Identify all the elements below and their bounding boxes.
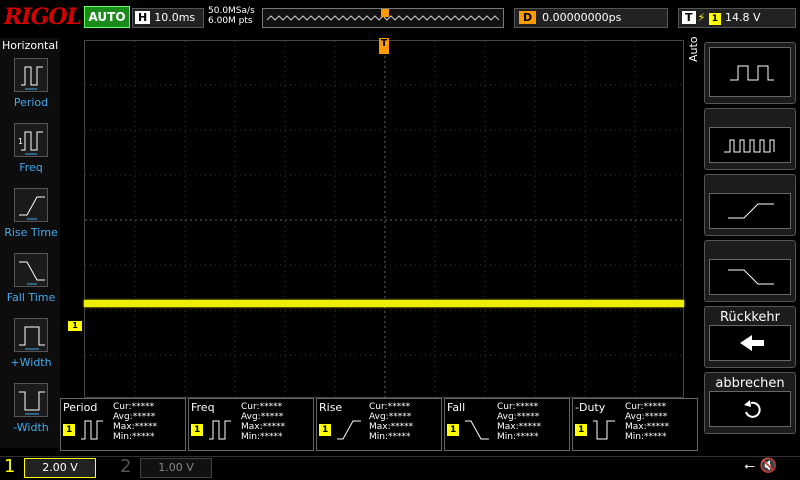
memory-waveform-overview — [266, 9, 500, 21]
cancel-label: abbrechen — [715, 376, 785, 391]
softkey-falling-edge[interactable] — [704, 240, 796, 302]
measurement-values: Cur:***** Avg:***** Max:***** Min:***** — [113, 402, 158, 442]
measurement-freq[interactable]: Freq 1 Cur:***** Avg:***** Max:***** Min:**… — [188, 398, 314, 451]
rise-mini-icon — [337, 420, 361, 440]
measurement-name: Freq — [191, 401, 215, 414]
fall-time-label: Fall Time — [6, 291, 56, 304]
falling-edge-shape-icon — [709, 259, 791, 295]
measurement-name: Period — [63, 401, 98, 414]
freq-label: Freq — [19, 161, 43, 174]
softkey-square-wave[interactable] — [704, 42, 796, 104]
measurement-rise[interactable]: Rise 1 Cur:***** Avg:***** Max:***** Min:**… — [316, 398, 442, 451]
softkey-pulse-train[interactable] — [704, 108, 796, 170]
delay-readout[interactable]: D 0.00000000ps — [514, 8, 668, 28]
ch1-badge: 1 — [191, 417, 207, 436]
rising-edge-icon: ⚡ — [697, 11, 706, 24]
trigger-level: 14.8 V — [725, 11, 761, 24]
undo-icon — [709, 391, 791, 427]
measure-freq-item[interactable]: 1 Freq — [4, 123, 58, 174]
measure-positive-width-item[interactable]: +Width — [4, 318, 58, 369]
back-button[interactable]: Rückkehr — [704, 306, 796, 368]
usb-icon: ⭠ — [744, 458, 756, 474]
rising-edge-shape-icon — [709, 193, 791, 229]
softkey-rising-edge[interactable] — [704, 174, 796, 236]
auto-label: Auto — [687, 36, 700, 62]
measurement-values: Cur:***** Avg:***** Max:***** Min:***** — [497, 402, 542, 442]
horizontal-timebase[interactable]: H 10.0ms — [132, 8, 204, 28]
ch1-number[interactable]: 1 — [4, 456, 15, 477]
ch2-vertical-scale[interactable]: 1.00 V — [140, 458, 212, 478]
left-panel-title: Horizontal — [2, 39, 59, 52]
negative-width-label: -Width — [13, 421, 49, 434]
measurement-name: -Duty — [575, 401, 606, 414]
period-label: Period — [13, 96, 49, 109]
neg-duty-mini-icon — [593, 420, 615, 440]
back-arrow-icon — [709, 325, 791, 361]
measurement-name: Fall — [447, 401, 466, 414]
back-label: Rückkehr — [719, 310, 780, 325]
measurement-values: Cur:***** Avg:***** Max:***** Min:***** — [241, 402, 286, 442]
timebase-value: 10.0ms — [154, 11, 196, 24]
positive-width-label: +Width — [10, 356, 52, 369]
speaker-mute-icon: 🔇 — [759, 458, 778, 474]
sample-rate: 50.0MSa/s — [208, 6, 255, 16]
measurement-fall[interactable]: Fall 1 Cur:***** Avg:***** Max:***** Min:**… — [444, 398, 570, 451]
fall-time-icon — [14, 253, 48, 287]
ch1-trace — [84, 300, 684, 307]
delay-label: D — [519, 11, 537, 24]
measure-rise-time-item[interactable]: Rise Time — [4, 188, 58, 239]
negative-width-icon — [14, 383, 48, 417]
ch1-vertical-scale[interactable]: 2.00 V — [24, 458, 96, 478]
measure-period-item[interactable]: Period — [4, 58, 58, 109]
status-icons: ⭠ 🔇 — [744, 458, 777, 474]
ch1-badge: 1 — [63, 417, 79, 436]
memory-overview-strip — [262, 8, 504, 28]
measurement-neg-duty[interactable]: -Duty 1 Cur:***** Avg:***** Max:***** Min:*… — [572, 398, 698, 451]
fall-mini-icon — [465, 420, 489, 440]
acquisition-info: 50.0MSa/s 6.00M pts — [208, 6, 255, 26]
ch1-badge: 1 — [447, 417, 463, 436]
trigger-readout[interactable]: T ⚡ 1 14.8 V — [678, 8, 796, 28]
graticule — [85, 41, 685, 399]
period-icon — [14, 58, 48, 92]
waveform-grid[interactable] — [84, 40, 685, 399]
period-mini-icon — [81, 420, 103, 440]
trigger-position-marker[interactable]: T — [379, 38, 389, 54]
ch1-badge: 1 — [575, 417, 591, 436]
square-wave-icon — [709, 47, 791, 97]
pulse-train-icon — [709, 127, 791, 163]
rigol-logo: RIGOL — [4, 4, 82, 30]
rise-time-icon — [14, 188, 48, 222]
freq-mini-icon — [209, 420, 231, 440]
ch1-badge: 1 — [319, 417, 335, 436]
horizontal-label: H — [135, 11, 151, 24]
cancel-button[interactable]: abbrechen — [704, 372, 796, 434]
run-mode-badge[interactable]: AUTO — [84, 6, 130, 28]
measure-fall-time-item[interactable]: Fall Time — [4, 253, 58, 304]
trigger-source-badge: 1 — [708, 13, 722, 25]
svg-text:1: 1 — [18, 137, 23, 146]
trigger-label: T — [682, 11, 696, 24]
measurement-values: Cur:***** Avg:***** Max:***** Min:***** — [625, 402, 670, 442]
ch1-offset-marker[interactable]: 1 — [68, 321, 82, 331]
delay-value: 0.00000000ps — [542, 11, 622, 24]
memory-depth: 6.00M pts — [208, 16, 253, 26]
measurement-name: Rise — [319, 401, 343, 414]
frequency-icon: 1 — [14, 123, 48, 157]
ch2-number[interactable]: 2 — [120, 456, 131, 477]
rise-time-label: Rise Time — [4, 226, 58, 239]
measure-negative-width-item[interactable]: -Width — [4, 383, 58, 434]
measurement-values: Cur:***** Avg:***** Max:***** Min:***** — [369, 402, 414, 442]
measurement-period[interactable]: Period 1 Cur:***** Avg:***** Max:***** Min:… — [60, 398, 186, 451]
positive-width-icon — [14, 318, 48, 352]
